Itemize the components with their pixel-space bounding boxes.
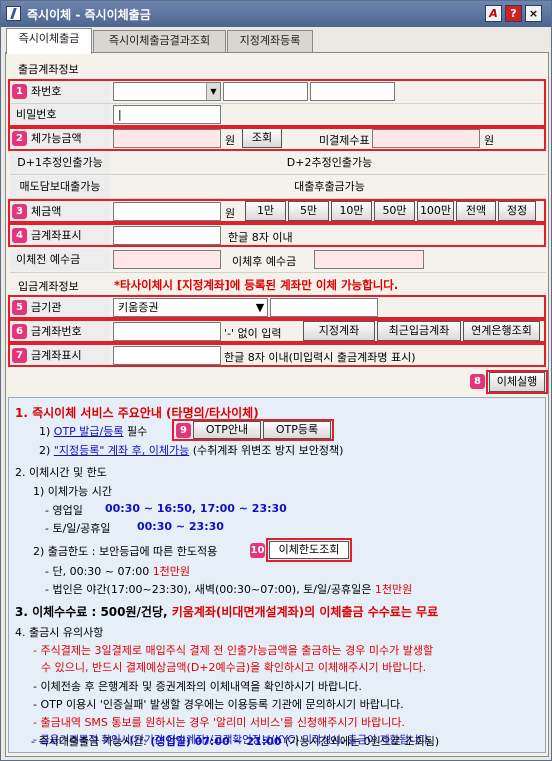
annotation-badge: 4 [12, 228, 27, 243]
annotation-box [8, 343, 546, 367]
annotation-box [486, 370, 548, 394]
notice-item-4-3: - OTP 이용시 '인증실패' 발생할 경우에는 이용등록 기관에 문의하시기… [33, 698, 404, 711]
font-size-button[interactable]: A [485, 5, 502, 22]
d2-estimate-label: D+2추정인출가능 [286, 156, 373, 169]
notice-item-1-2-suffix: (수취계좌 위변조 방지 보안정책) [189, 444, 344, 457]
notice-item-1-1: 1) OTP 발급/등록 필수 [39, 423, 147, 439]
notice-section-3: 3. 이체수수료 : 500원/건당, 키움계좌(비대면개설계좌)의 이체출금 … [15, 603, 438, 620]
notice-item-4-6: - 즉시대출출금 가능시간: (영업일) 07:00 ~ 21:00 (가능시간… [31, 733, 439, 749]
weekday-time-value: 00:30 ~ 16:50, 17:00 ~ 23:30 [105, 502, 287, 515]
before-deposit-field [113, 250, 221, 269]
notice-item-1-2: 2) "지정등록" 계좌 후, 이체가능 (수취계좌 위변조 방지 보안정책) [39, 442, 343, 458]
notice-item-2-2: 2) 출금한도 : 보안등급에 따른 한도적용 [33, 545, 218, 558]
annotation-badge: 1 [12, 84, 27, 99]
help-button[interactable]: ? [505, 5, 522, 22]
app-icon [6, 6, 21, 21]
tab-transfer-result[interactable]: 즉시이체출금결과조회 [93, 30, 226, 52]
close-button[interactable]: × [525, 5, 542, 22]
after-deposit-field [314, 250, 424, 269]
weekday-time-label: - 영업일 [45, 504, 83, 517]
annotation-badge: 6 [12, 324, 27, 339]
notice-item-2-2-a: - 단, 00:30 ~ 07:00 1천만원 [45, 563, 190, 579]
annotation-box [8, 127, 546, 151]
d1-estimate-label: D+1추정인출가능 [10, 152, 110, 174]
holiday-time-label: - 토/일/공휴일 [45, 522, 111, 535]
tab-designated-account[interactable]: 지정계좌등록 [227, 30, 313, 52]
notice-section-4-title: 4. 출금시 유의사항 [15, 626, 104, 639]
annotation-badge: 8 [470, 374, 485, 389]
notice-section-2-title: 2. 이체시간 및 한도 [15, 466, 107, 479]
notice-item-4-1a: - 주식결제는 3일결제로 매입주식 결제 전 인출가능금액을 출금하는 경우 … [33, 644, 434, 657]
annotation-box [8, 223, 546, 247]
annotation-box [8, 295, 546, 319]
annotation-badge: 5 [12, 300, 27, 315]
notice-item-4-4: - 출금내역 SMS 통보를 원하시는 경우 '알리미 서비스'를 신청해주시기… [33, 716, 406, 729]
notice-item-1-1-suffix: 필수 [123, 425, 148, 438]
annotation-badge: 10 [250, 543, 265, 558]
notice-section-3-free: 키움계좌(비대면개설계좌)의 이체출금 수수료는 무료 [171, 605, 439, 619]
notice-item-1-1-prefix: 1) [39, 425, 54, 438]
before-deposit-label: 이체전 예수금 [10, 249, 110, 271]
divider [10, 272, 546, 273]
notice-item-1-2-prefix: 2) [39, 444, 54, 457]
notice-item-2-1: 1) 이체가능 시간 [33, 485, 113, 498]
divider [10, 174, 546, 175]
annotation-box [172, 419, 334, 441]
holiday-time-value: 00:30 ~ 23:30 [137, 520, 224, 533]
annotation-box [8, 79, 546, 127]
tab-instant-transfer[interactable]: 즉시이체출금 [6, 28, 92, 54]
transfer-window: 즉시이체 - 즉시이체출금 A ? × 즉시이체출금 즉시이체출금결과조회 지정… [0, 0, 552, 761]
annotation-box [266, 538, 352, 562]
notice-item-4-2: - 이체전송 후 은행계좌 및 증권계좌의 이체내역을 확인하시기 바랍니다. [33, 680, 362, 693]
notice-item-4-6-time: (영업일) 07:00 ~ 21:00 [150, 735, 282, 748]
notice-item-4-1b: 수 있으니, 반드시 결제예상금액(D+2예수금)을 확인하시고 이체해주시기 … [41, 661, 427, 674]
title-bar[interactable]: 즉시이체 - 즉시이체출금 A ? × [1, 1, 551, 27]
notice-item-2-2-b-text: - 법인은 야간(17:00~23:30), 새벽(00:30~07:00), … [45, 583, 375, 596]
annotation-badge: 7 [12, 348, 27, 363]
window-title: 즉시이체 - 즉시이체출금 [27, 8, 151, 22]
after-loan-label: 대출후출금가능 [294, 180, 365, 193]
withdraw-section-title: 출금계좌정보 [18, 63, 79, 76]
notice-item-4-6-text: - 즉시대출출금 가능시간: [31, 735, 151, 748]
secured-loan-label: 매도담보대출가능 [10, 176, 110, 198]
after-deposit-label: 이체후 예수금 [232, 255, 297, 268]
notice-section-3-text: 3. 이체수수료 : 500원/건당, [15, 605, 172, 619]
designated-register-link[interactable]: "지정등록" 계좌 후, 이체가능 [54, 444, 189, 457]
notice-item-2-2-a-text: - 단, 00:30 ~ 07:00 [45, 565, 153, 578]
notice-item-2-2-b: - 법인은 야간(17:00~23:30), 새벽(00:30~07:00), … [45, 581, 412, 597]
annotation-badge: 3 [12, 204, 27, 219]
otp-register-link[interactable]: OTP 발급/등록 [54, 425, 124, 438]
notice-item-2-2-a-amount: 1천만원 [152, 565, 191, 578]
designated-warning: *타사이체시 [지정계좌]에 등록된 계좌만 이체 가능합니다. [114, 278, 399, 292]
main-panel: 출금계좌정보 좌번호 ▼ 비밀번호 | 체가능금액 원 조회 미결제수표 원 D… [5, 52, 549, 757]
notice-item-2-2-b-amount: 1천만원 [374, 583, 413, 596]
annotation-box [8, 319, 546, 343]
deposit-section-title: 입금계좌정보 [18, 280, 79, 293]
annotation-box [8, 199, 546, 223]
annotation-badge: 2 [12, 131, 27, 146]
notice-panel: 1. 즉시이체 서비스 주요안내 (타명의/타사이체) 1) OTP 발급/등록… [8, 397, 546, 753]
notice-item-4-6-note: (가능시간외에는 0원으로 조회됨) [281, 735, 440, 748]
